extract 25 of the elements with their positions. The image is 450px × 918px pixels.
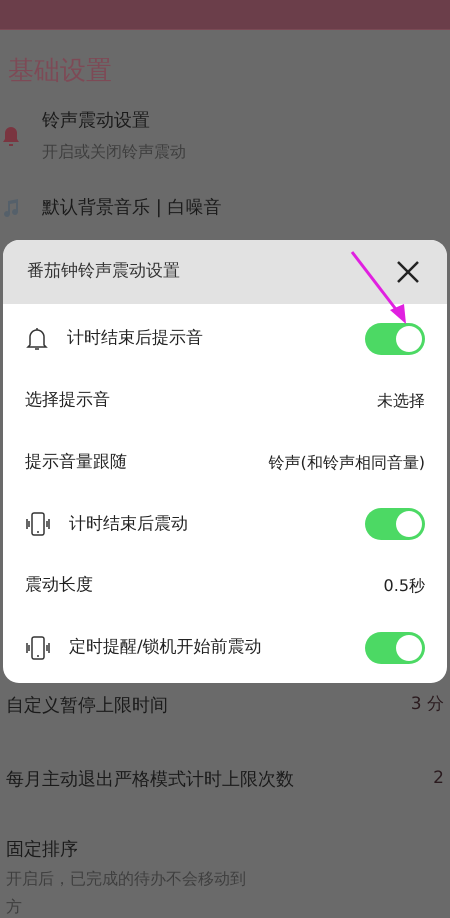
item-title: 自定义暂停上限时间 bbox=[6, 694, 168, 718]
phone-vibration-icon bbox=[25, 635, 51, 662]
item-title: 默认背景音乐 | 白噪音 bbox=[42, 196, 222, 220]
setting-label: 震动长度 bbox=[25, 574, 93, 598]
toggle-switch[interactable] bbox=[365, 322, 425, 355]
bell-icon bbox=[0, 124, 22, 146]
item-value: 2 bbox=[433, 767, 444, 790]
setting-value[interactable]: 铃声(和铃声相同音量) bbox=[268, 450, 425, 475]
close-icon bbox=[396, 260, 420, 284]
item-title: 每月主动退出严格模式计时上限次数 bbox=[6, 768, 294, 792]
setting-label: 选择提示音 bbox=[25, 388, 110, 412]
bell-icon bbox=[25, 326, 49, 352]
dialog-title: 番茄钟铃声震动设置 bbox=[27, 260, 180, 284]
item-title: 铃声震动设置 bbox=[42, 109, 151, 133]
setting-value[interactable]: 0.5秒 bbox=[384, 574, 425, 598]
item-title: 固定排序 bbox=[6, 838, 79, 862]
toggle-switch[interactable] bbox=[365, 632, 425, 664]
item-value: 3 分 bbox=[410, 693, 444, 716]
setting-label: 提示音量跟随 bbox=[25, 450, 127, 474]
phone-vibration-icon bbox=[25, 511, 51, 538]
setting-label: 计时结束后震动 bbox=[69, 512, 188, 536]
setting-label: 定时提醒/锁机开始前震动 bbox=[69, 636, 262, 660]
toggle-switch[interactable] bbox=[365, 508, 425, 540]
setting-value[interactable]: 未选择 bbox=[377, 388, 425, 413]
setting-label: 计时结束后提示音 bbox=[67, 327, 203, 350]
